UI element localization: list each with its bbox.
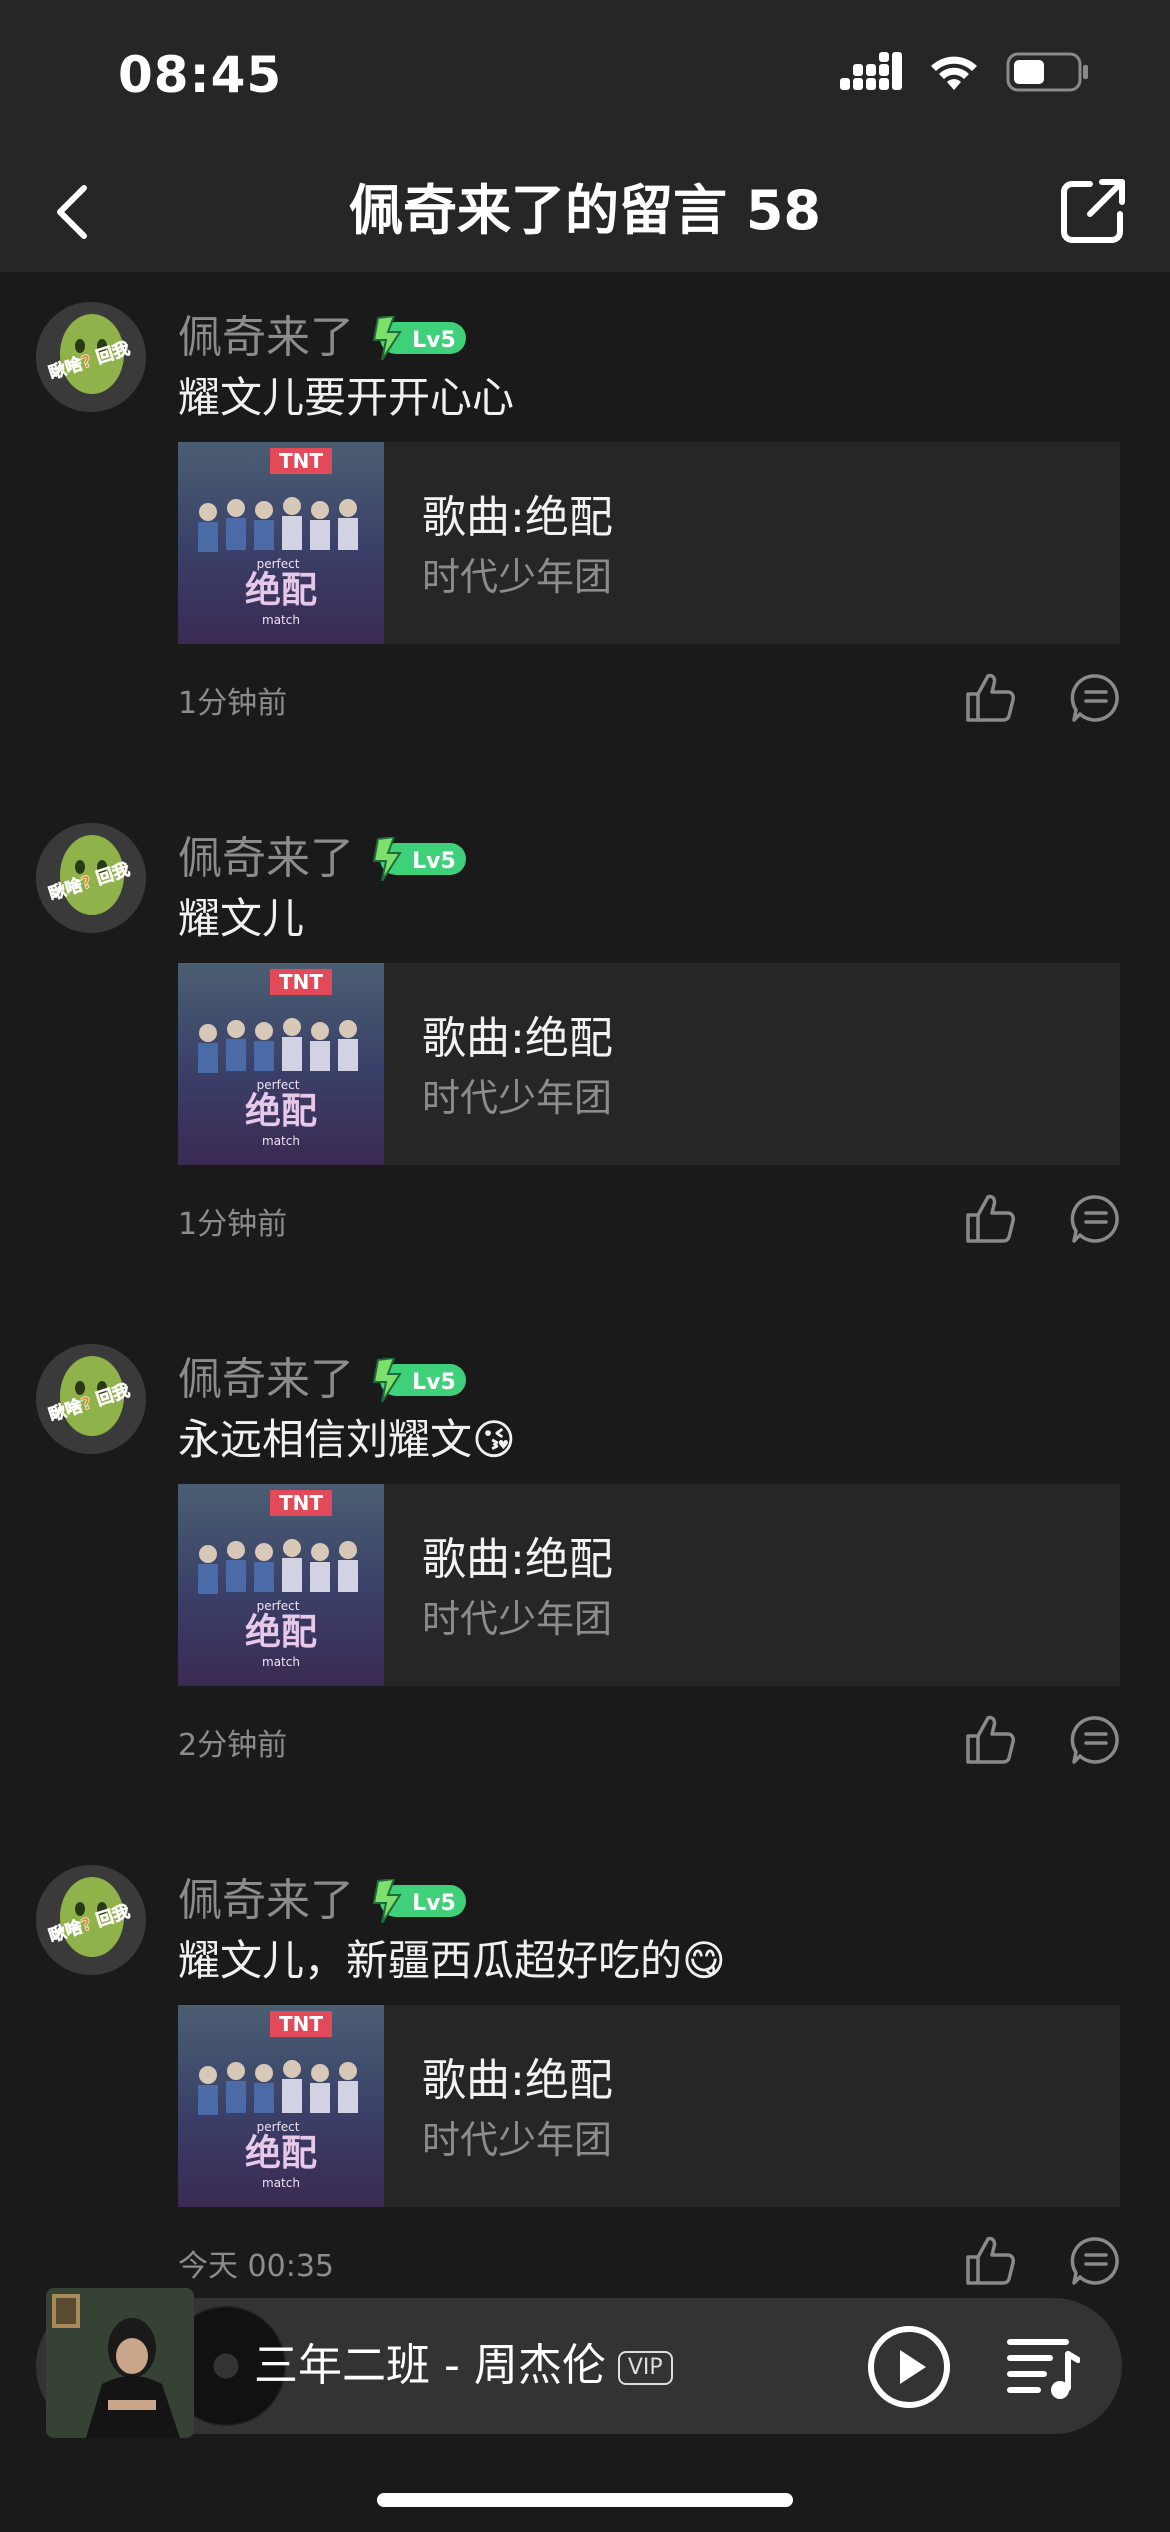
cover-brand: TNT xyxy=(279,2012,323,2036)
comment-time: 2分钟前 xyxy=(178,1728,288,1763)
cover-title: 绝配 xyxy=(245,569,317,611)
playlist-icon[interactable] xyxy=(1004,2328,1080,2404)
player-album-cover[interactable] xyxy=(46,2288,194,2438)
comment-time: 1分钟前 xyxy=(178,1207,288,1242)
cover-brand: TNT xyxy=(279,970,323,994)
song-title: 歌曲:绝配 xyxy=(422,492,613,543)
home-indicator[interactable] xyxy=(377,2493,793,2507)
wifi-icon xyxy=(931,56,977,90)
level-badge: Lv5 xyxy=(372,1358,466,1402)
now-playing-text: 三年二班 - 周杰伦 xyxy=(254,2340,606,2391)
avatar[interactable]: 瞅啥? 回我 xyxy=(36,1865,146,1975)
song-artist: 时代少年团 xyxy=(422,2118,613,2162)
vip-badge: VIP xyxy=(617,2351,673,2385)
song-artist: 时代少年团 xyxy=(422,555,613,599)
comment-item[interactable]: 瞅啥? 回我 佩奇来了 Lv5 耀文儿，新疆西瓜超好吃的😋 TNT perfec… xyxy=(0,1835,1170,2356)
album-cover: TNT perfect 绝配 match xyxy=(178,442,384,644)
song-card[interactable]: TNT perfect 绝配 match 歌曲:绝配 时代少年团 xyxy=(178,1484,1120,1686)
username[interactable]: 佩奇来了 xyxy=(178,831,354,887)
avatar[interactable]: 瞅啥? 回我 xyxy=(36,302,146,412)
avatar[interactable]: 瞅啥? 回我 xyxy=(36,1344,146,1454)
comment-item[interactable]: 瞅啥? 回我 佩奇来了 Lv5 耀文儿要开开心心 TNT perfect 绝配 … xyxy=(0,272,1170,793)
cover-title: 绝配 xyxy=(245,1611,317,1653)
cover-subtitle-bottom: match xyxy=(262,613,300,627)
album-cover: TNT perfect 绝配 match xyxy=(178,2005,384,2207)
status-icons xyxy=(840,52,1090,92)
song-artist: 时代少年团 xyxy=(422,1076,613,1120)
avatar[interactable]: 瞅啥? 回我 xyxy=(36,823,146,933)
play-icon[interactable] xyxy=(866,2324,952,2410)
username[interactable]: 佩奇来了 xyxy=(178,310,354,366)
cover-subtitle-bottom: match xyxy=(262,2176,300,2190)
cover-title: 绝配 xyxy=(245,2132,317,2174)
song-title: 歌曲:绝配 xyxy=(422,2055,613,2106)
comment-item[interactable]: 瞅啥? 回我 佩奇来了 Lv5 耀文儿 TNT perfect 绝配 match… xyxy=(0,793,1170,1314)
cover-subtitle-bottom: match xyxy=(262,1134,300,1148)
song-artist: 时代少年团 xyxy=(422,1597,613,1641)
comment-text: 耀文儿，新疆西瓜超好吃的😋 xyxy=(178,1936,726,1985)
share-icon[interactable] xyxy=(1056,174,1130,248)
like-icon[interactable] xyxy=(962,1712,1018,1768)
level-badge-label: Lv5 xyxy=(412,328,456,353)
avatar-image: 瞅啥? 回我 xyxy=(36,302,146,412)
reply-icon[interactable] xyxy=(1070,2235,1122,2287)
song-card[interactable]: TNT perfect 绝配 match 歌曲:绝配 时代少年团 xyxy=(178,442,1120,644)
cover-subtitle-bottom: match xyxy=(262,1655,300,1669)
like-icon[interactable] xyxy=(962,670,1018,726)
level-badge: Lv5 xyxy=(372,1879,466,1923)
username[interactable]: 佩奇来了 xyxy=(178,1873,354,1929)
mini-player[interactable]: 三年二班 - 周杰伦 VIP xyxy=(36,2288,1122,2438)
nav-bar: 佩奇来了的留言 58 xyxy=(0,150,1170,272)
avatar-image: 瞅啥? 回我 xyxy=(36,1865,146,1975)
cover-subtitle-top: perfect xyxy=(257,1599,300,1613)
status-time: 08:45 xyxy=(118,46,283,104)
reply-icon[interactable] xyxy=(1070,1193,1122,1245)
song-title: 歌曲:绝配 xyxy=(422,1013,613,1064)
cover-subtitle-top: perfect xyxy=(257,557,300,571)
status-bar: 08:45 xyxy=(0,0,1170,150)
song-card[interactable]: TNT perfect 绝配 match 歌曲:绝配 时代少年团 xyxy=(178,2005,1120,2207)
level-badge: Lv5 xyxy=(372,316,466,360)
cover-brand: TNT xyxy=(279,1491,323,1515)
comment-text: 耀文儿 xyxy=(178,894,305,943)
comment-time: 今天 00:35 xyxy=(178,2249,334,2284)
reply-icon[interactable] xyxy=(1070,672,1122,724)
avatar-image: 瞅啥? 回我 xyxy=(36,823,146,933)
like-icon[interactable] xyxy=(962,2233,1018,2289)
comment-item[interactable]: 瞅啥? 回我 佩奇来了 Lv5 永远相信刘耀文😘 TNT perfect 绝配 … xyxy=(0,1314,1170,1835)
username[interactable]: 佩奇来了 xyxy=(178,1352,354,1408)
now-playing-title[interactable]: 三年二班 - 周杰伦 VIP xyxy=(254,2336,673,2396)
song-title: 歌曲:绝配 xyxy=(422,1534,613,1585)
cover-subtitle-top: perfect xyxy=(257,1078,300,1092)
album-cover: TNT perfect 绝配 match xyxy=(178,1484,384,1686)
cover-title: 绝配 xyxy=(245,1090,317,1132)
level-badge-label: Lv5 xyxy=(412,1891,456,1916)
comment-time: 1分钟前 xyxy=(178,686,288,721)
level-badge: Lv5 xyxy=(372,837,466,881)
song-card[interactable]: TNT perfect 绝配 match 歌曲:绝配 时代少年团 xyxy=(178,963,1120,1165)
comment-text: 永远相信刘耀文😘 xyxy=(178,1415,516,1464)
like-icon[interactable] xyxy=(962,1191,1018,1247)
battery-icon xyxy=(1006,52,1088,92)
level-badge-label: Lv5 xyxy=(412,849,456,874)
signal-icon xyxy=(840,52,902,90)
cover-subtitle-top: perfect xyxy=(257,2120,300,2134)
cover-brand: TNT xyxy=(279,449,323,473)
page-title: 佩奇来了的留言 58 xyxy=(349,179,821,242)
level-badge-label: Lv5 xyxy=(412,1370,456,1395)
avatar-image: 瞅啥? 回我 xyxy=(36,1344,146,1454)
reply-icon[interactable] xyxy=(1070,1714,1122,1766)
comment-text: 耀文儿要开开心心 xyxy=(178,373,515,422)
album-cover: TNT perfect 绝配 match xyxy=(178,963,384,1165)
